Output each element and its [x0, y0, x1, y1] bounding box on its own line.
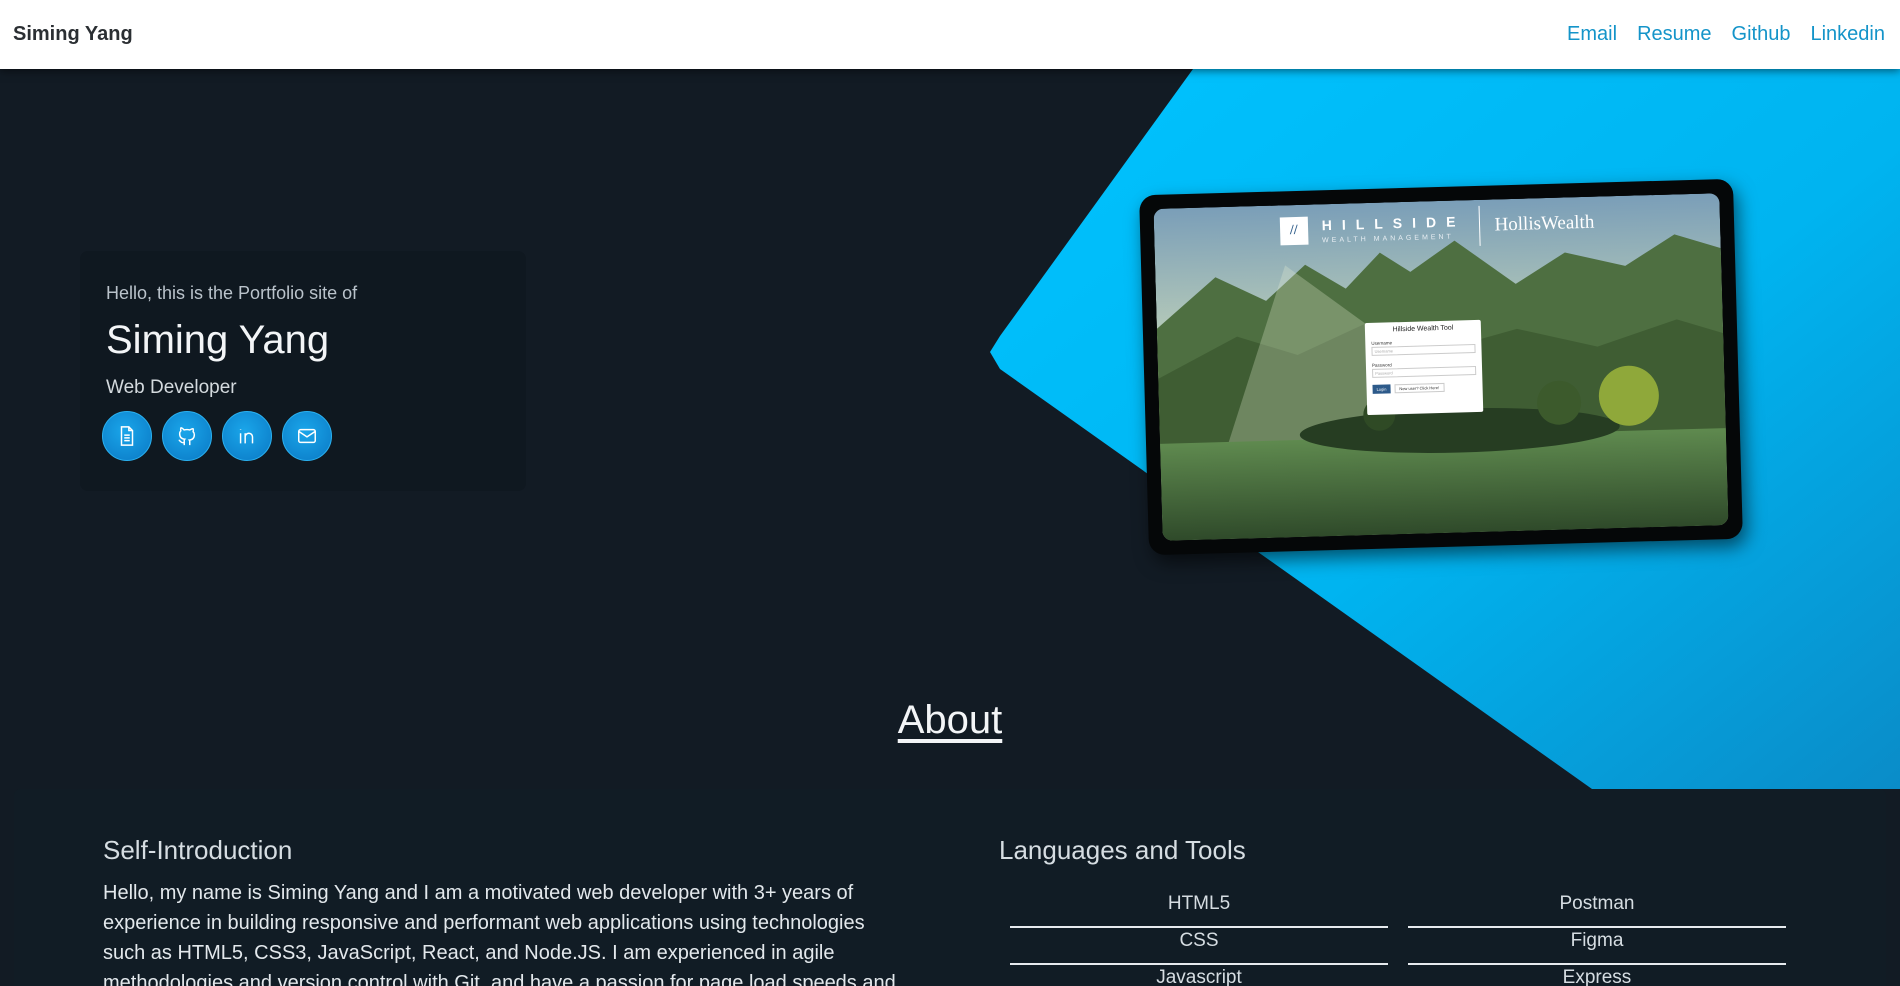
password-input-preview: Password — [1372, 366, 1477, 378]
tools-grid: HTML5 Postman CSS Figma Javascript Expre… — [1010, 891, 1786, 986]
intro-greeting: Hello, this is the Portfolio site of — [106, 283, 358, 303]
hillside-logo-text: HILLSIDE WEALTH MANAGEMENT — [1321, 212, 1466, 244]
tool-item: CSS — [1010, 928, 1388, 965]
self-intro-title: Self-Introduction — [103, 835, 293, 865]
intro-name: Siming Yang — [106, 318, 330, 362]
languages-title: Languages and Tools — [999, 835, 1246, 865]
self-intro-body: Hello, my name is Siming Yang and I am a… — [103, 882, 896, 986]
github-icon — [178, 427, 196, 446]
tool-item: HTML5 — [1010, 891, 1388, 928]
nav-link-email[interactable]: Email — [1567, 23, 1617, 46]
tool-item: Postman — [1408, 891, 1786, 928]
login-actions: Login New user? Click Here! — [1372, 382, 1476, 394]
nav-link-linkedin[interactable]: Linkedin — [1810, 23, 1885, 46]
brand-link[interactable]: Siming Yang — [13, 23, 133, 46]
email-envelope-icon — [298, 428, 316, 444]
nav-link-resume[interactable]: Resume — [1637, 23, 1711, 46]
top-navbar: Siming Yang Email Resume Github Linkedin — [0, 0, 1900, 69]
login-form-preview: Hillside Wealth Tool Username Username P… — [1364, 319, 1484, 416]
github-button[interactable] — [162, 411, 212, 461]
email-button[interactable] — [282, 411, 332, 461]
nav-links: Email Resume Github Linkedin — [1567, 23, 1887, 46]
login-title: Hillside Wealth Tool — [1392, 324, 1454, 334]
tool-item: Express — [1408, 965, 1786, 986]
social-links — [102, 411, 500, 461]
intro-card: Hello, this is the Portfolio site of Sim… — [80, 251, 526, 491]
intro-role: Web Developer — [106, 377, 237, 398]
logo-divider — [1479, 205, 1482, 246]
project-tablet-preview[interactable]: // HILLSIDE WEALTH MANAGEMENT HollisWeal… — [1139, 178, 1743, 556]
resume-button[interactable] — [102, 411, 152, 461]
linkedin-button[interactable] — [222, 411, 272, 461]
new-user-button-preview: New user? Click Here! — [1394, 382, 1445, 394]
tool-item: Javascript — [1010, 965, 1388, 986]
hillside-logo-mark: // — [1279, 216, 1309, 246]
tablet-screen: // HILLSIDE WEALTH MANAGEMENT HollisWeal… — [1153, 193, 1729, 541]
linkedin-icon — [239, 429, 254, 444]
resume-document-icon — [120, 426, 134, 446]
username-input-preview: Username — [1371, 344, 1476, 356]
holliswealth-logo: HollisWealth — [1494, 211, 1595, 236]
about-heading: About — [897, 698, 1003, 742]
login-button-preview: Login — [1372, 384, 1391, 394]
tool-item: Figma — [1408, 928, 1786, 965]
nav-link-github[interactable]: Github — [1732, 23, 1791, 46]
